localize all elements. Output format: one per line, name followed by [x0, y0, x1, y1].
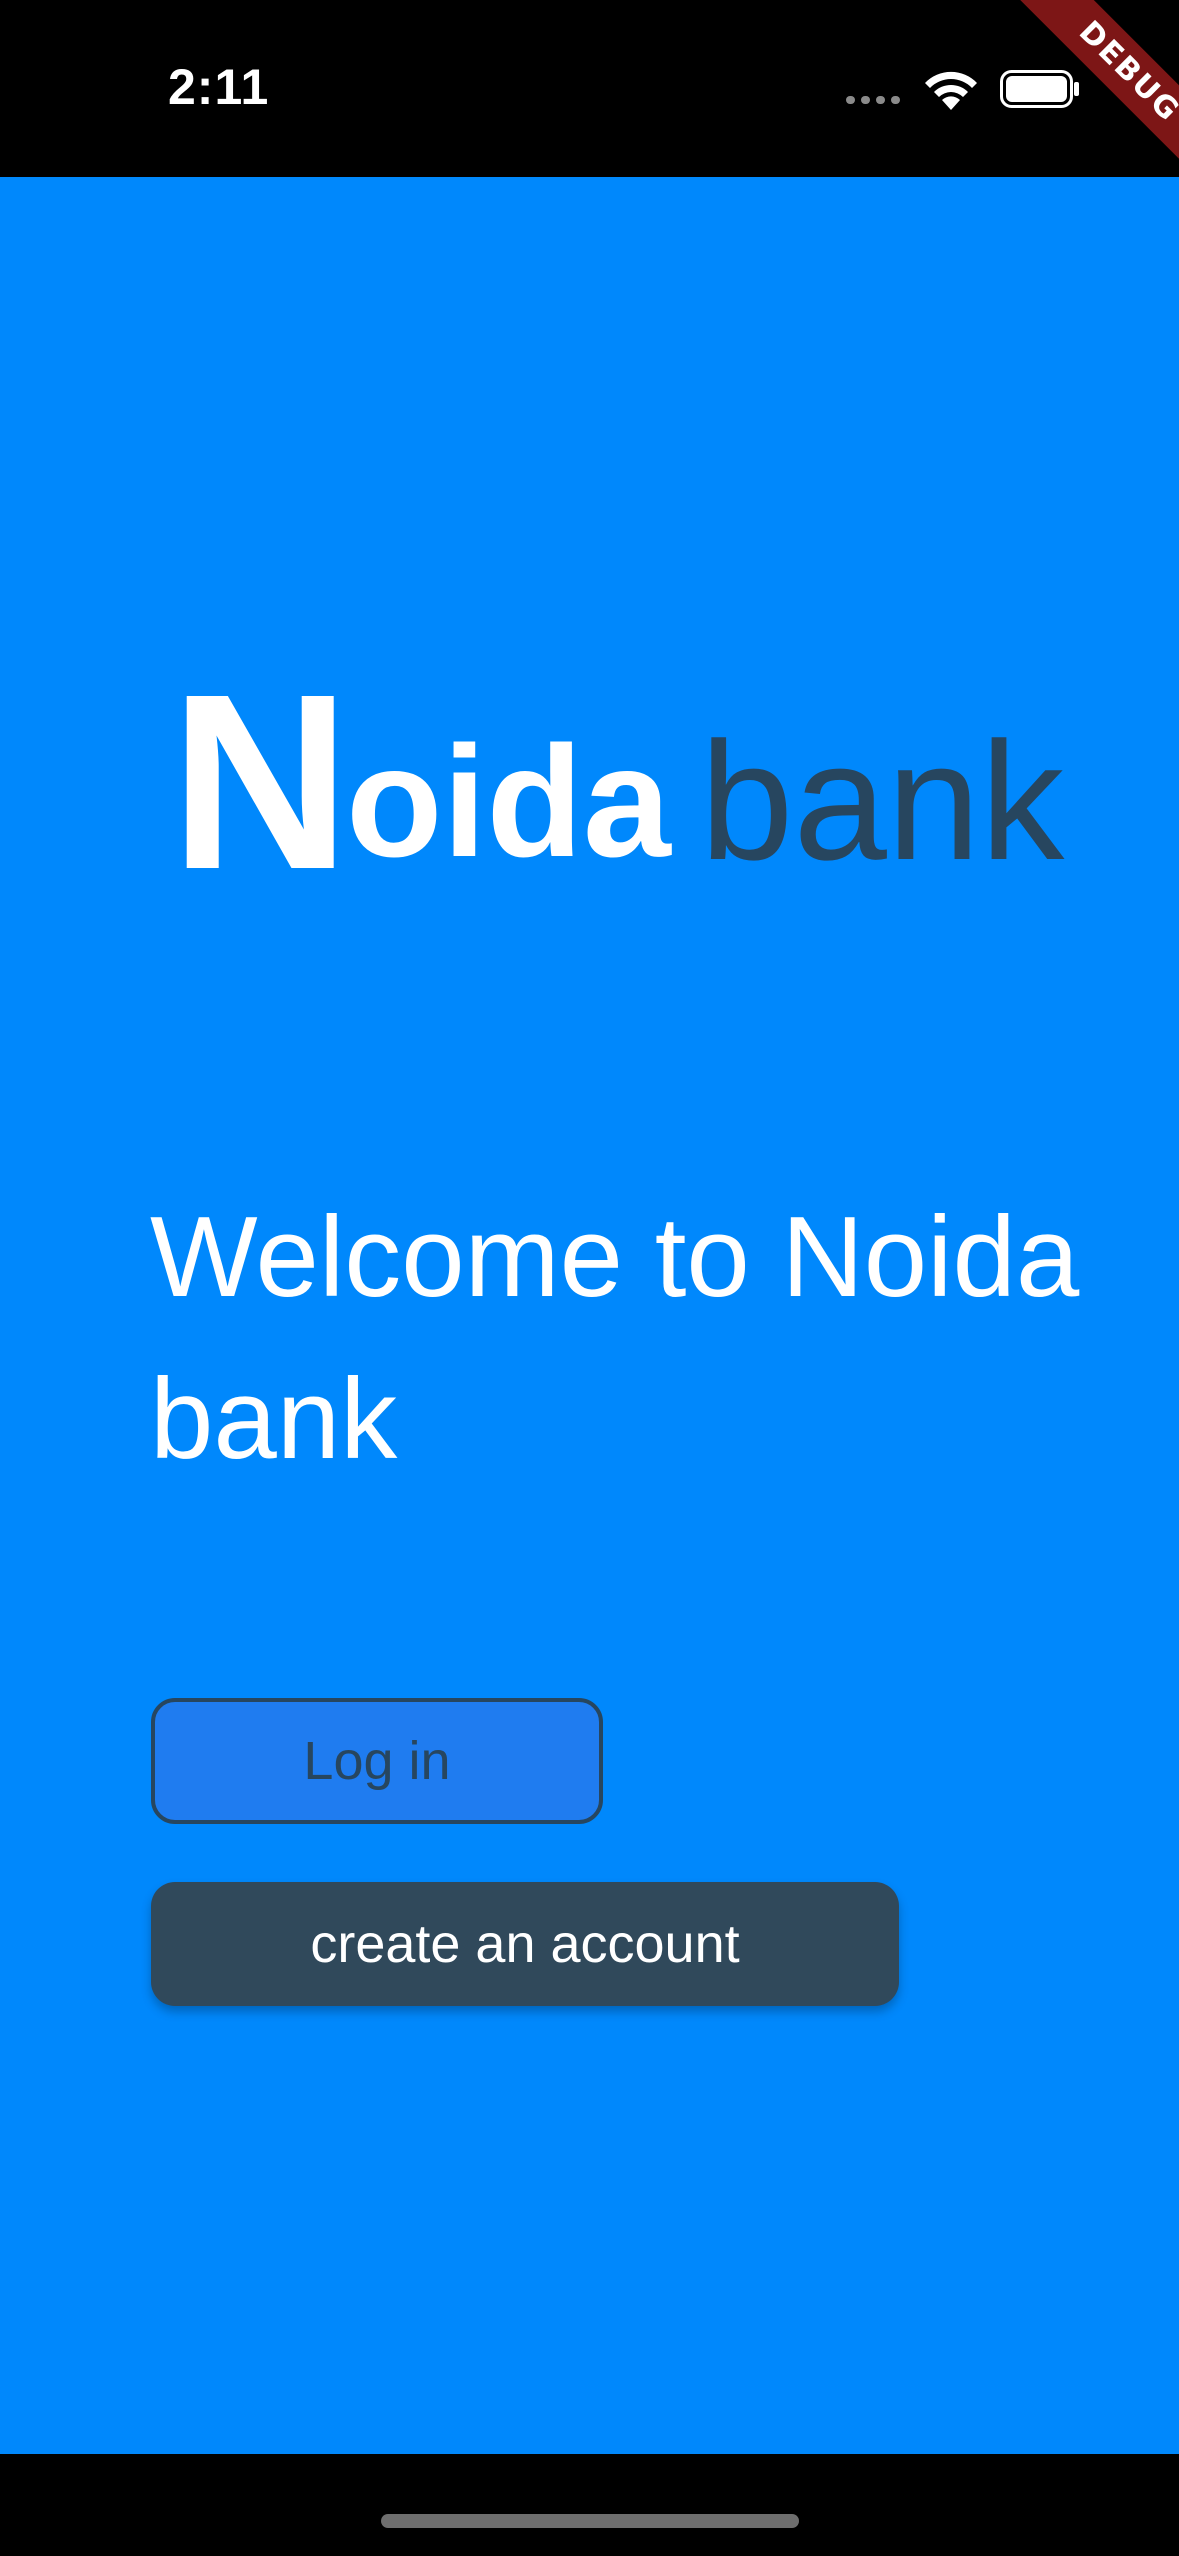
home-indicator[interactable] [381, 2514, 799, 2528]
welcome-screen: N oida bank Welcome to Noida bank Log in… [0, 177, 1179, 2454]
status-time: 2:11 [168, 59, 270, 115]
status-bar: 2:11 [0, 0, 1179, 177]
create-account-button[interactable]: create an account [151, 1882, 899, 2006]
logo-initial: N [170, 642, 351, 921]
logo-name: oida [346, 714, 671, 890]
logo-suffix: bank [700, 707, 1065, 895]
welcome-heading: Welcome to Noida bank [150, 1194, 1080, 1483]
bottom-bar [0, 2454, 1179, 2556]
wifi-icon [925, 71, 977, 110]
login-button[interactable]: Log in [151, 1698, 603, 1824]
app-screen: 2:11 DEBUG N oida bank Welcome to Noida … [0, 0, 1179, 2556]
battery-icon [1000, 70, 1079, 108]
signal-dots-icon [846, 96, 902, 104]
